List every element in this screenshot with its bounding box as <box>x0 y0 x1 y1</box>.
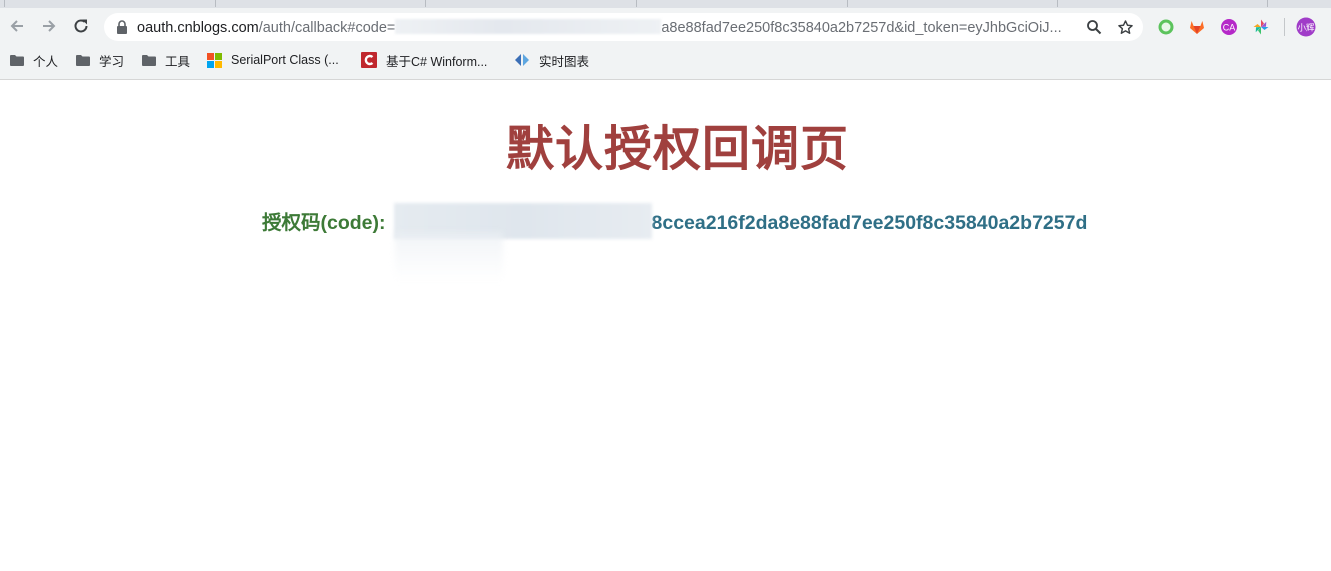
bookmark-realtime-chart[interactable]: 实时图表 <box>514 51 589 69</box>
zoom-button[interactable] <box>1085 18 1103 36</box>
bookmark-folder-study[interactable]: 学习 <box>76 51 124 69</box>
chart-logo-icon <box>514 53 530 67</box>
bookmark-folder-personal[interactable]: 个人 <box>10 51 58 69</box>
gitlab-extension[interactable] <box>1187 17 1207 37</box>
bookmark-star-button[interactable] <box>1116 18 1134 36</box>
auth-code-label: 授权码(code): <box>262 212 386 234</box>
pinwheel-extension[interactable] <box>1251 17 1271 37</box>
gitlab-fox-icon <box>1190 21 1204 34</box>
lock-icon <box>117 20 127 34</box>
tab-separator <box>847 0 848 7</box>
ring-icon <box>1158 19 1174 35</box>
page-title: 默认授权回调页 <box>505 121 849 178</box>
cnblogs-c-icon <box>361 52 377 68</box>
pinwheel-icon <box>1253 19 1269 35</box>
redaction-artifact <box>395 232 503 282</box>
bookmark-serialport[interactable]: SerialPort Class (... <box>207 51 339 69</box>
star-icon <box>1117 19 1133 34</box>
bookmark-label: 实时图表 <box>539 54 590 69</box>
magnifier-icon <box>1087 20 1102 35</box>
forward-button[interactable] <box>37 14 61 38</box>
auth-code-value: 8ccea216f2da8e88fad7ee250f8c35840a2b7257… <box>651 212 1088 234</box>
bookmark-label: 个人 <box>33 54 59 69</box>
tab-separator <box>636 0 637 7</box>
url-path-suffix: a8e88fad7ee250f8c35840a2b7257d&id_token=… <box>661 20 1062 36</box>
bookmarks-bar: 个人 学习 工具 SerialPort Class (... 基于C# Winf… <box>0 48 1331 72</box>
tab-separator <box>4 0 5 7</box>
bookmark-folder-tools[interactable]: 工具 <box>142 51 190 69</box>
tab-separator <box>1267 0 1268 7</box>
back-arrow-icon <box>10 20 23 32</box>
url-host: oauth.cnblogs.com <box>137 20 259 36</box>
folder-icon <box>142 54 156 66</box>
reload-icon <box>74 19 88 33</box>
ca-extension[interactable]: CA <box>1219 17 1239 37</box>
windows-logo-icon <box>207 52 222 68</box>
browser-chrome: oauth.cnblogs.com/auth/callback#code= a8e… <box>0 0 1331 80</box>
ca-logo-icon: CA <box>1221 19 1237 35</box>
folder-icon <box>10 54 24 66</box>
reload-button[interactable] <box>69 14 93 38</box>
url-text[interactable]: oauth.cnblogs.com/auth/callback#code= a8e… <box>137 19 1062 36</box>
tab-separator <box>425 0 426 7</box>
address-bar[interactable]: oauth.cnblogs.com/auth/callback#code= a8e… <box>104 13 1143 41</box>
profile-avatar[interactable]: 小辉 <box>1296 17 1316 37</box>
tab-separator <box>1057 0 1058 7</box>
tab-separator <box>215 0 216 7</box>
bookmark-csharp-winform[interactable]: 基于C# Winform... <box>361 51 487 69</box>
bookmark-label: 基于C# Winform... <box>386 54 488 69</box>
auth-code-line: 授权码(code): 8ccea216f2da8e88fad7ee250f8c35… <box>262 203 1087 239</box>
bookmark-label: 学习 <box>99 54 125 69</box>
green-ring-extension[interactable] <box>1156 17 1176 37</box>
toolbar-separator <box>1284 18 1285 36</box>
url-path: /auth/callback#code= <box>258 20 396 36</box>
bookmark-label: SerialPort Class (... <box>231 53 339 67</box>
avatar-icon: 小辉 <box>1296 17 1316 37</box>
svg-text:小辉: 小辉 <box>1297 23 1315 34</box>
folder-icon <box>76 54 90 66</box>
svg-text:CA: CA <box>1223 23 1236 33</box>
tab-strip <box>0 0 1331 8</box>
bookmark-label: 工具 <box>165 54 191 69</box>
back-button[interactable] <box>5 14 29 38</box>
redacted-code-segment <box>395 19 662 34</box>
forward-arrow-icon <box>43 20 56 32</box>
